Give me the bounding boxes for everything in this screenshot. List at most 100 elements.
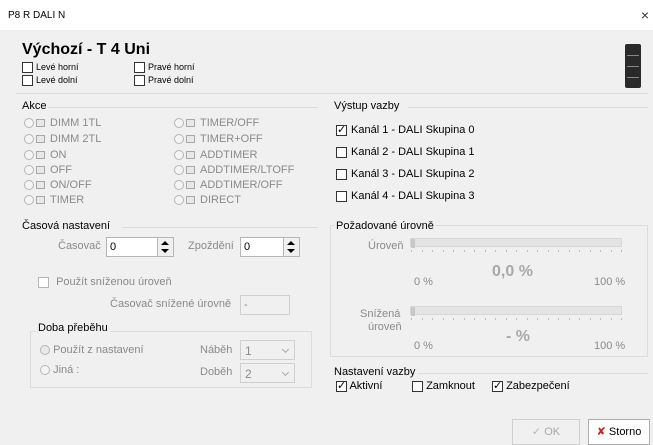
channel-checkbox[interactable] bbox=[336, 146, 347, 158]
radio-button[interactable] bbox=[174, 150, 184, 161]
radio-button[interactable] bbox=[24, 180, 34, 191]
slider-tick bbox=[474, 318, 475, 320]
reduced-max: 100 % bbox=[594, 340, 626, 352]
reduced-timer-field[interactable]: - bbox=[240, 295, 290, 315]
active-checkbox[interactable] bbox=[336, 379, 347, 392]
slider-tick bbox=[516, 318, 517, 320]
device-icon bbox=[625, 44, 641, 88]
ok-button[interactable]: ✓ OK bbox=[512, 419, 580, 445]
fall-select[interactable]: 2 bbox=[240, 363, 295, 383]
akce-option-direct[interactable]: DIRECT bbox=[174, 194, 241, 206]
slider-tick bbox=[590, 318, 591, 320]
use-reduced-checkbox[interactable] bbox=[38, 276, 49, 288]
header-button-left-top[interactable]: Levé horní bbox=[22, 61, 79, 73]
level-slider-ticks bbox=[411, 250, 622, 254]
akce-option-off[interactable]: OFF bbox=[24, 164, 72, 176]
urovne-title: Požadované úrovně bbox=[334, 220, 436, 232]
header-button-right-bottom[interactable]: Pravé dolní bbox=[134, 74, 194, 86]
stepper-up-icon[interactable] bbox=[287, 241, 295, 245]
slider-tick bbox=[548, 250, 549, 252]
action-icon bbox=[36, 151, 45, 160]
akce-option-addtimer-ltoff[interactable]: ADDTIMER/LTOFF bbox=[174, 164, 294, 176]
active-option[interactable]: Aktivní bbox=[336, 379, 382, 392]
channel-2[interactable]: Kanál 2 - DALI Skupina 1 bbox=[336, 146, 475, 158]
level-value: 0,0 % bbox=[492, 263, 533, 280]
radio-button[interactable] bbox=[24, 118, 34, 129]
akce-option-timer[interactable]: TIMER bbox=[24, 194, 84, 206]
channel-1[interactable]: Kanál 1 - DALI Skupina 0 bbox=[336, 123, 475, 136]
radio-button[interactable] bbox=[174, 134, 184, 145]
close-icon[interactable]: × bbox=[641, 7, 649, 23]
use-settings-option[interactable]: Použít z nastavení bbox=[40, 344, 144, 356]
use-reduced-level[interactable]: Použít sníženou úroveň bbox=[38, 276, 172, 288]
radio-button[interactable] bbox=[174, 180, 184, 191]
reduced-value: - % bbox=[506, 328, 530, 345]
header-button-checkbox[interactable] bbox=[134, 61, 145, 73]
stepper-up-icon[interactable] bbox=[161, 241, 169, 245]
akce-option-dimm1tl[interactable]: DIMM 1TL bbox=[24, 117, 101, 129]
lock-checkbox[interactable] bbox=[412, 380, 423, 392]
akce-option-dimm2tl[interactable]: DIMM 2TL bbox=[24, 133, 101, 145]
stepper-buttons[interactable] bbox=[283, 238, 299, 256]
x-icon: ✘ bbox=[596, 426, 606, 438]
action-icon bbox=[36, 135, 45, 144]
lock-option[interactable]: Zamknout bbox=[412, 380, 475, 392]
channel-label: Kanál 1 - DALI Skupina 0 bbox=[351, 124, 475, 136]
secure-option[interactable]: Zabezpečení bbox=[492, 379, 570, 392]
stepper-down-icon[interactable] bbox=[287, 249, 295, 253]
cancel-button[interactable]: ✘ Storno bbox=[588, 419, 650, 445]
stepper-buttons[interactable] bbox=[157, 238, 173, 256]
slider-tick bbox=[422, 250, 423, 252]
reduced-level-slider[interactable] bbox=[410, 306, 622, 316]
vystup-title: Výstup vazby bbox=[334, 100, 400, 112]
radio-button[interactable] bbox=[24, 150, 34, 161]
header-button-right-top[interactable]: Pravé horní bbox=[134, 61, 195, 73]
header-button-checkbox[interactable] bbox=[22, 74, 33, 86]
channel-4[interactable]: Kanál 4 - DALI Skupina 3 bbox=[336, 190, 475, 202]
action-icon bbox=[36, 181, 45, 190]
level-slider-thumb[interactable] bbox=[411, 239, 415, 248]
radio-button[interactable] bbox=[40, 365, 50, 376]
action-icon bbox=[186, 135, 195, 144]
akce-option-addtimer-off[interactable]: ADDTIMER/OFF bbox=[174, 179, 283, 191]
header-button-checkbox[interactable] bbox=[134, 74, 145, 86]
header-button-left-bottom[interactable]: Levé dolní bbox=[22, 74, 78, 86]
radio-button[interactable] bbox=[174, 195, 184, 206]
akce-option-onoff[interactable]: ON/OFF bbox=[24, 179, 92, 191]
akce-option-addtimer[interactable]: ADDTIMER bbox=[174, 149, 257, 161]
akce-option-on[interactable]: ON bbox=[24, 149, 67, 161]
rise-select[interactable]: 1 bbox=[240, 340, 295, 360]
slider-tick bbox=[558, 318, 559, 320]
use-reduced-label: Použít sníženou úroveň bbox=[56, 276, 172, 288]
channel-checkbox[interactable] bbox=[336, 168, 347, 180]
slider-tick bbox=[611, 250, 612, 252]
channel-checkbox[interactable] bbox=[336, 190, 347, 202]
casova-divider bbox=[122, 227, 318, 228]
other-option[interactable]: Jiná : bbox=[40, 364, 79, 376]
channel-checkbox[interactable] bbox=[336, 123, 347, 136]
akce-option-timer-off[interactable]: TIMER/OFF bbox=[174, 117, 259, 129]
delay-label: Zpoždění bbox=[188, 240, 234, 252]
slider-tick bbox=[495, 318, 496, 320]
stepper-down-icon[interactable] bbox=[161, 249, 169, 253]
radio-button[interactable] bbox=[24, 195, 34, 206]
header-button-label: Pravé horní bbox=[148, 62, 195, 73]
fall-value: 2 bbox=[245, 367, 252, 381]
header-button-checkbox[interactable] bbox=[22, 61, 33, 73]
radio-button[interactable] bbox=[174, 118, 184, 129]
delay-stepper[interactable]: 0 bbox=[240, 237, 300, 257]
slider-tick bbox=[516, 250, 517, 252]
radio-button[interactable] bbox=[24, 134, 34, 145]
timer-stepper[interactable]: 0 bbox=[106, 237, 174, 257]
radio-button[interactable] bbox=[174, 165, 184, 176]
secure-checkbox[interactable] bbox=[492, 379, 503, 392]
level-slider[interactable] bbox=[410, 238, 622, 248]
akce-option-timer-plus-off[interactable]: TIMER+OFF bbox=[174, 133, 263, 145]
channel-3[interactable]: Kanál 3 - DALI Skupina 2 bbox=[336, 168, 475, 180]
reduced-min: 0 % bbox=[414, 340, 433, 352]
slider-tick bbox=[432, 318, 433, 320]
radio-button[interactable] bbox=[40, 345, 50, 356]
radio-button[interactable] bbox=[24, 165, 34, 176]
reduced-level-slider-thumb[interactable] bbox=[411, 307, 415, 316]
nastaveni-divider bbox=[418, 373, 648, 374]
